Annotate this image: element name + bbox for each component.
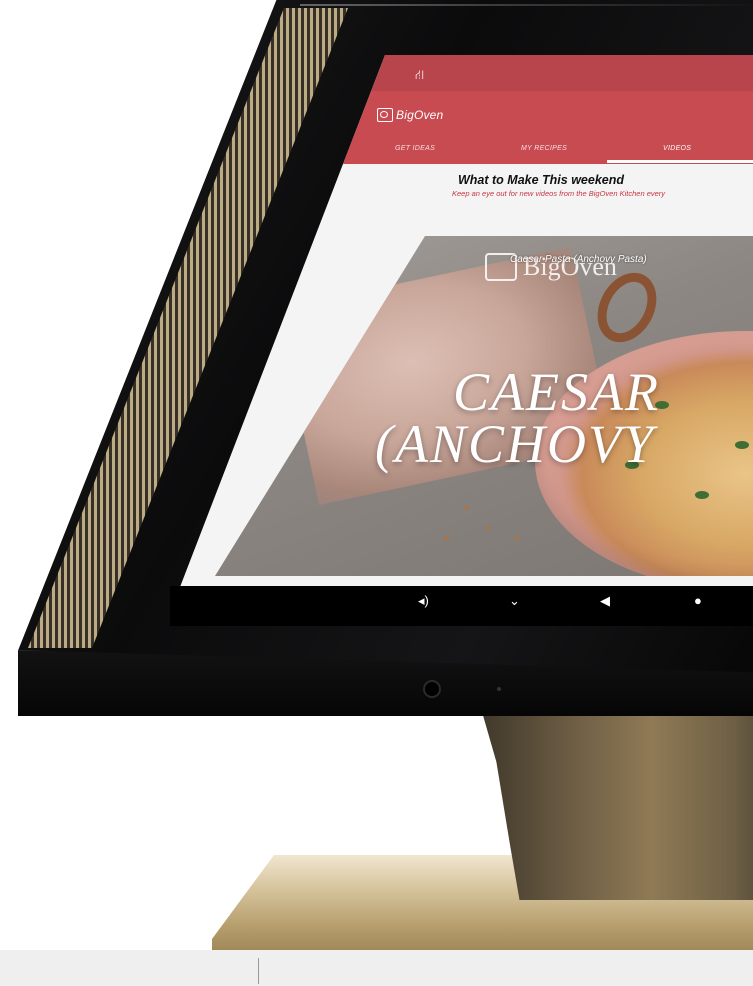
overlay-line-2: (ANCHOVY — [375, 414, 656, 474]
section-subtitle: Keep an eye out for new videos from the … — [452, 189, 666, 198]
section-title: What to Make This weekend — [458, 173, 625, 187]
footer-strip — [0, 950, 753, 986]
crumb — [465, 506, 469, 510]
bezel-highlight — [300, 4, 753, 6]
active-tab-indicator — [607, 160, 753, 163]
tab-my-recipes[interactable]: MY RECIPES — [521, 145, 567, 152]
headphone-jack — [423, 680, 441, 698]
android-nav-bar: ◂) ⌄ ◀ ● — [170, 586, 753, 626]
brand-logo[interactable]: BigOven — [377, 108, 443, 122]
video-label: Caesar Pasta (Anchovy Pasta) — [510, 254, 647, 265]
brand-name: BigOven — [396, 108, 444, 122]
crumb — [445, 536, 449, 540]
chevron-down-icon[interactable]: ⌄ — [509, 594, 520, 607]
overlay-line-1: CAESAR — [453, 362, 660, 422]
crumb — [485, 526, 489, 530]
video-overlay-title: CAESAR (ANCHOVY — [375, 362, 753, 471]
video-thumbnail[interactable]: BigOven Caesar Pasta (Anchovy Pasta) CAE… — [215, 236, 753, 576]
home-icon[interactable]: ● — [694, 594, 702, 607]
herb — [695, 491, 709, 499]
microphone-hole — [497, 687, 501, 691]
tab-get-ideas[interactable]: GET IDEAS — [395, 145, 435, 152]
footer-divider — [258, 958, 259, 984]
volume-icon[interactable]: ◂) — [418, 594, 429, 607]
crumb — [515, 536, 519, 540]
back-icon[interactable]: ◀ — [600, 594, 610, 607]
network-icon: ⛙ — [415, 67, 425, 82]
bigoven-logo-icon — [377, 108, 393, 122]
tab-videos[interactable]: VIDEOS — [663, 145, 691, 152]
product-photo: ⛙ BigOven GET IDEAS MY RECIPES VIDEOS Wh… — [0, 0, 753, 986]
